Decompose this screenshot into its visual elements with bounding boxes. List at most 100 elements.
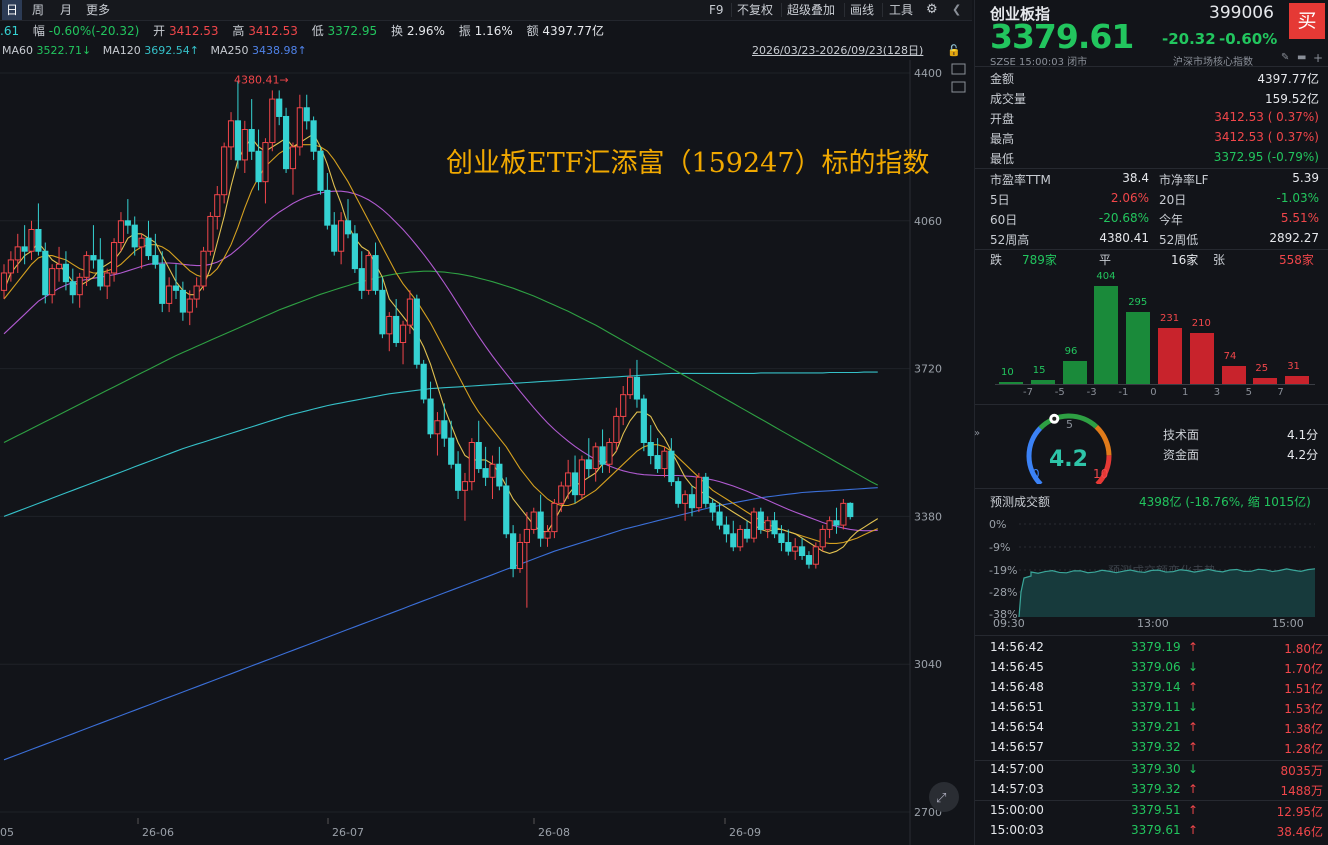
forecast-area <box>1019 568 1315 617</box>
candle <box>626 368 634 400</box>
tick-amount: 1.51亿 <box>1284 682 1323 696</box>
tab-day[interactable]: 日 <box>2 0 23 20</box>
ma60-value: 3522.71↓ <box>36 44 92 57</box>
tick-price: 3379.19 <box>1131 640 1181 654</box>
amount-value: 4397.77亿 <box>542 24 605 38</box>
tab-month[interactable]: 月 <box>56 0 76 20</box>
candle <box>812 542 819 569</box>
tools-button[interactable]: 工具 <box>889 0 913 20</box>
stat-value: -20.68% <box>1098 211 1149 225</box>
gauge-arc-high <box>1094 425 1112 456</box>
fullscreen-button[interactable]: ⤢ <box>929 782 959 812</box>
swing-label: 振 <box>458 24 471 38</box>
x-tick-label: 05 <box>0 826 14 839</box>
candle <box>331 212 338 256</box>
candle <box>454 451 462 500</box>
candle <box>475 420 482 473</box>
date-range[interactable]: 2026/03/23-2026/09/23(128日) <box>752 42 923 60</box>
candle <box>159 251 166 313</box>
up-label: 张 <box>1213 253 1226 267</box>
stat-value: 2.06% <box>1110 191 1149 205</box>
tick-time: 14:56:45 <box>990 660 1044 674</box>
swing-value: 1.16% <box>474 24 513 38</box>
candle <box>496 446 503 491</box>
candle <box>399 320 407 365</box>
candle <box>28 220 35 260</box>
distribution-count: 31 <box>1287 361 1300 373</box>
candle <box>152 233 159 269</box>
edit-icon[interactable]: ✎ <box>1281 52 1289 63</box>
tick-price: 3379.06 <box>1131 660 1181 674</box>
distribution-tick: 3 <box>1213 387 1221 398</box>
candle <box>723 516 730 543</box>
candle <box>633 359 641 408</box>
y-tick-label: 3040 <box>914 658 942 671</box>
lock-icon[interactable]: 🔓 <box>947 42 961 60</box>
gauge-min-label: 0 <box>1032 467 1040 481</box>
candle <box>468 438 475 491</box>
distribution-count: 295 <box>1128 297 1148 309</box>
candle <box>578 455 586 500</box>
distribution-tick: -5 <box>1054 387 1065 398</box>
distribution-count: 74 <box>1223 351 1237 363</box>
distribution-tick: 7 <box>1277 387 1284 398</box>
f9-button[interactable]: F9 <box>709 0 724 20</box>
open-label: 开 <box>153 24 166 38</box>
candle <box>207 212 214 256</box>
overlay-button[interactable]: 超级叠加 <box>787 0 835 20</box>
expand-icon[interactable]: » <box>974 428 980 439</box>
draw-line-button[interactable]: 画线 <box>850 0 874 20</box>
candle <box>737 525 744 552</box>
candle <box>441 403 448 447</box>
candle <box>358 251 365 300</box>
tick-price: 3379.30 <box>1131 762 1181 776</box>
plus-icon[interactable]: + <box>1313 51 1323 65</box>
candle <box>819 525 826 552</box>
svg-text:⤢: ⤢ <box>936 791 946 806</box>
tick-amount: 1488万 <box>1280 784 1323 798</box>
candle <box>276 90 283 126</box>
settings-icon[interactable]: ⚙ <box>926 0 938 20</box>
distribution-count: 10 <box>1001 366 1014 378</box>
y-tick-label: 4400 <box>914 67 942 80</box>
candle <box>613 407 620 452</box>
candle <box>310 116 317 160</box>
high-label: 高 <box>232 24 245 38</box>
distribution-bar <box>1221 366 1246 384</box>
ma250-value: 3438.98↑ <box>251 44 307 57</box>
candle <box>117 212 125 252</box>
stat-label: 20日 <box>1159 193 1187 207</box>
distribution-count: 210 <box>1191 318 1211 330</box>
ma-prefix-value: .61 <box>0 24 20 38</box>
candle <box>510 525 517 578</box>
quote-panel: 创业板指 399006 买 3379.61 -20.32 -0.60% SZSE… <box>974 0 1328 845</box>
turnover-value: 2.96% <box>406 24 445 38</box>
distribution-count: 404 <box>1096 271 1116 282</box>
candle <box>537 494 544 547</box>
candle <box>798 538 806 560</box>
candle <box>434 412 441 456</box>
distribution-tick: -3 <box>1086 387 1097 398</box>
change-pct: -0.60% <box>1219 30 1278 48</box>
candle <box>503 477 510 539</box>
distribution-bar <box>1158 327 1182 384</box>
tick-price: 3379.32 <box>1131 782 1181 796</box>
forecast-y-tick: 0% <box>989 518 1006 531</box>
minus-icon[interactable]: ▬ <box>1297 52 1306 63</box>
tab-more[interactable]: 更多 <box>82 0 114 20</box>
ma60-label: MA60 <box>2 44 34 57</box>
stat-value: 159.52亿 <box>1265 92 1319 106</box>
tab-week[interactable]: 周 <box>28 0 48 20</box>
candlestick-chart[interactable]: 44004060372033803040270005 26-06 26-07 26-0… <box>0 60 972 845</box>
adjust-button[interactable]: 不复权 <box>737 0 773 20</box>
candle <box>372 242 379 295</box>
candle <box>551 499 558 539</box>
candle <box>743 520 751 543</box>
collapse-icon[interactable]: ❮ <box>952 0 961 20</box>
ma250-label: MA250 <box>210 44 249 57</box>
candle <box>262 138 269 204</box>
candle <box>97 238 104 291</box>
buy-button[interactable]: 买 <box>1289 3 1325 39</box>
candle <box>750 507 758 543</box>
candle <box>427 381 434 439</box>
